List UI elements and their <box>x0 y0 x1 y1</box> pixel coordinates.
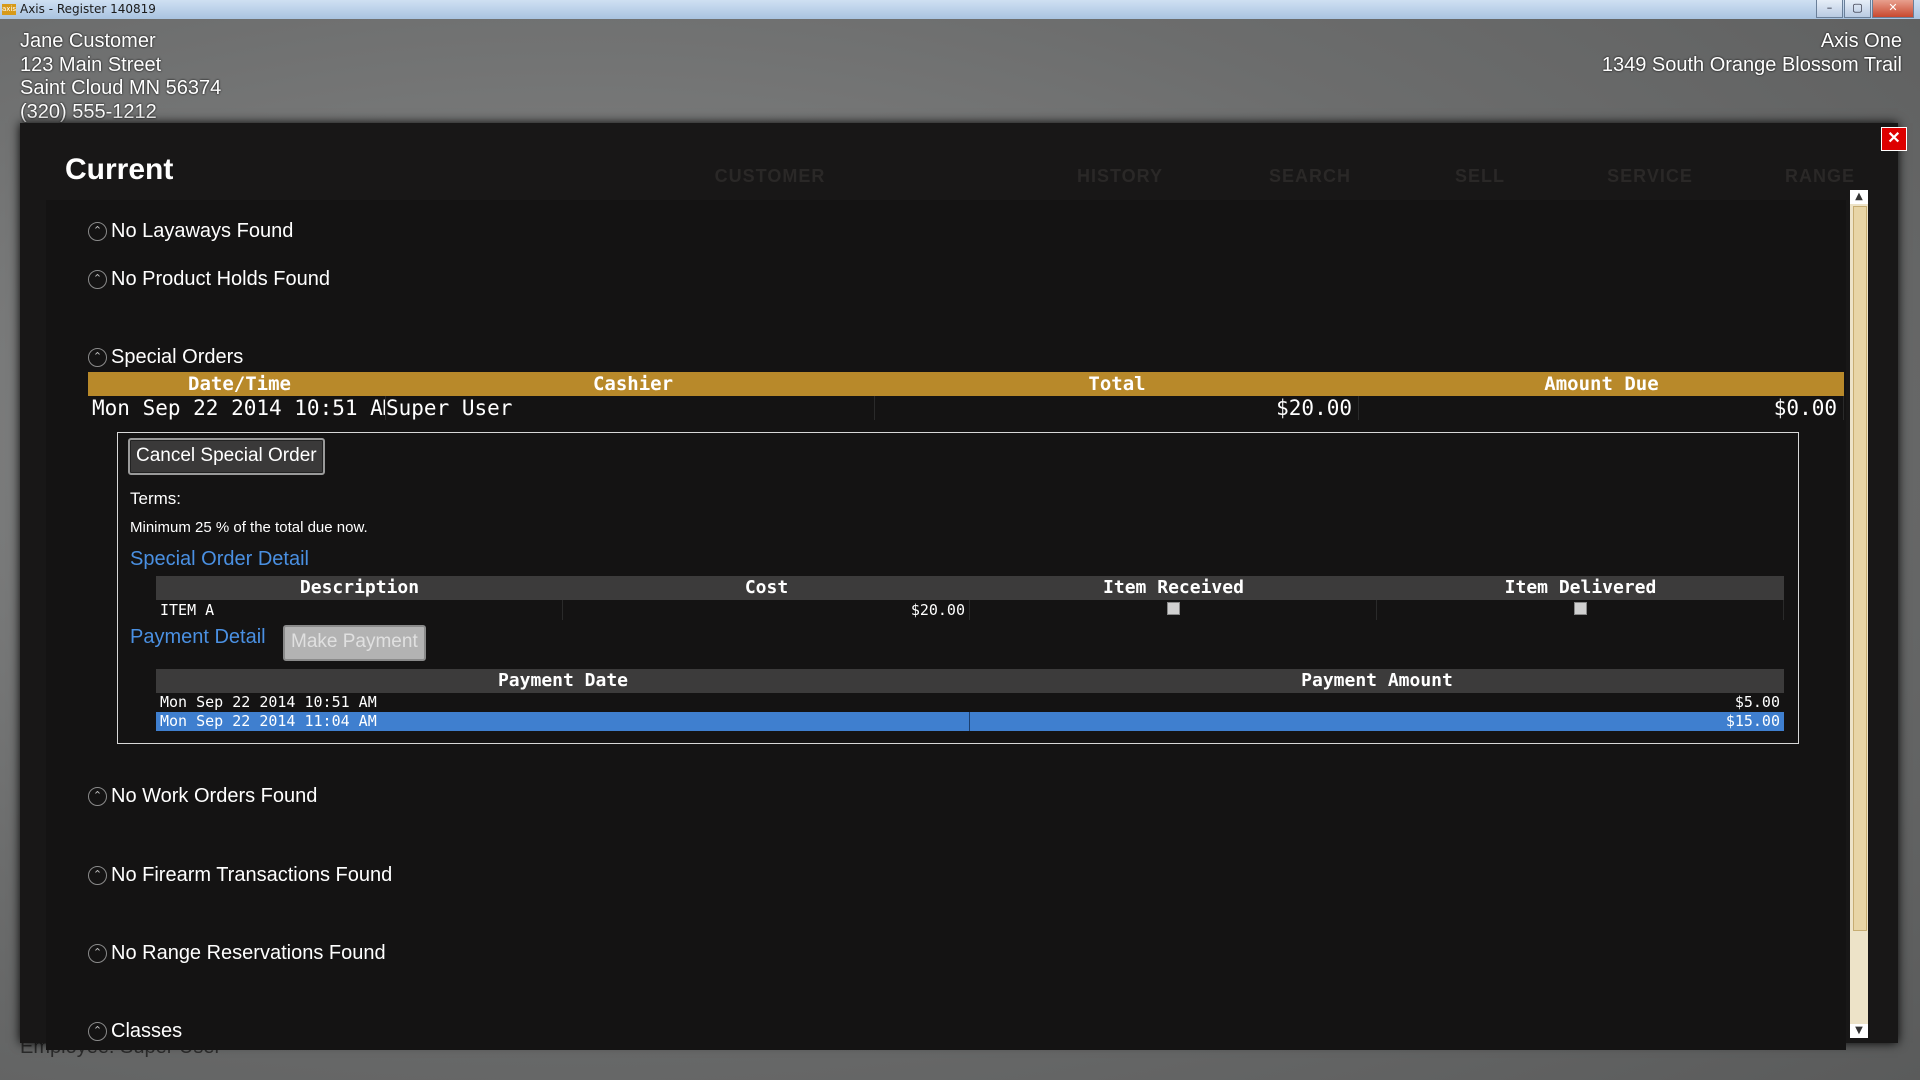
store-info: Axis One 1349 South Orange Blossom Trail <box>1602 30 1902 77</box>
section-label: Classes <box>111 1020 183 1042</box>
dialog-title: Current <box>65 153 174 186</box>
customer-name: Jane Customer <box>20 30 156 52</box>
column-header: Total <box>1088 373 1146 395</box>
column-header: Cashier <box>592 373 674 395</box>
customer-phone: (320) 555-1212 <box>20 100 157 123</box>
tab-sell: SELL <box>1454 166 1505 186</box>
section-work-orders[interactable]: ⌃ No Work Orders Found <box>88 785 317 808</box>
section-label: No Firearm Transactions Found <box>111 864 393 886</box>
scrollbar-thumb[interactable] <box>1853 206 1867 931</box>
section-firearm-transactions[interactable]: ⌃ No Firearm Transactions Found <box>88 864 392 887</box>
store-address: 1349 South Orange Blossom Trail <box>1601 53 1902 76</box>
item-delivered-checkbox[interactable] <box>1573 602 1587 615</box>
maximize-icon[interactable]: ▢ <box>1844 0 1871 18</box>
scroll-up-icon[interactable]: ▲ <box>1850 190 1868 204</box>
window-title: Axis - Register 140819 <box>20 2 156 16</box>
cell-cost: $20.00 <box>563 600 970 620</box>
cell-datetime: Mon Sep 22 2014 10:51 AM <box>88 396 386 420</box>
special-order-detail-title: Special Order Detail <box>130 548 309 570</box>
table-header: Description Cost Item Received Item Deli… <box>156 576 1784 600</box>
table-header: Date/Time Cashier Total Amount Due <box>88 372 1844 396</box>
column-header: Item Delivered <box>1504 577 1657 598</box>
payment-detail-title: Payment Detail <box>130 626 266 648</box>
cell-payment-amount: $15.00 <box>1725 712 1780 730</box>
cell-payment-amount: $5.00 <box>1734 693 1780 711</box>
scroll-down-icon[interactable]: ▼ <box>1850 1024 1868 1038</box>
column-header: Payment Date <box>497 670 629 691</box>
current-dialog: CUSTOMER HISTORY SEARCH SELL SERVICE RAN… <box>20 123 1907 1050</box>
section-label: No Product Holds Found <box>111 268 331 290</box>
table-row[interactable]: Mon Sep 22 2014 10:51 AM $5.00 <box>156 693 1784 712</box>
tab-range: RANGE <box>1784 166 1855 186</box>
cell-payment-date: Mon Sep 22 2014 10:51 AM <box>160 693 377 711</box>
vertical-scrollbar[interactable]: ▲ ▼ <box>1850 190 1868 1038</box>
column-header: Cost <box>744 577 789 598</box>
tab-history: HISTORY <box>1076 166 1163 186</box>
special-orders-table: Date/Time Cashier Total Amount Due Mon S… <box>88 372 1844 420</box>
table-row-selected[interactable]: Mon Sep 22 2014 11:04 AM $15.00 <box>156 712 1784 731</box>
close-icon[interactable]: ✕ <box>1881 127 1907 151</box>
cell-description: ITEM A <box>156 600 563 620</box>
customer-info: Jane Customer 123 Main Street Saint Clou… <box>20 30 221 124</box>
tab-search: SEARCH <box>1268 166 1351 186</box>
column-header: Amount Due <box>1544 373 1659 395</box>
section-layaways[interactable]: ⌃ No Layaways Found <box>88 220 293 243</box>
tab-customer: CUSTOMER <box>714 166 826 186</box>
section-label: Special Orders <box>111 346 244 368</box>
table-row: ITEM A $20.00 <box>156 600 1784 620</box>
cancel-special-order-button[interactable]: Cancel Special Order <box>128 438 325 475</box>
cell-payment-date: Mon Sep 22 2014 11:04 AM <box>156 712 970 731</box>
special-order-detail-table: Description Cost Item Received Item Deli… <box>156 576 1784 620</box>
collapse-icon[interactable]: ⌃ <box>88 348 107 367</box>
app-logo-icon: axis <box>2 4 17 15</box>
window-controls: – ▢ ✕ <box>1815 0 1914 18</box>
collapse-icon[interactable]: ⌃ <box>88 866 107 885</box>
table-row[interactable]: Mon Sep 22 2014 10:51 AM Super User $20.… <box>88 396 1844 420</box>
window-close-icon[interactable]: ✕ <box>1872 0 1914 18</box>
cell-amount-due: $0.00 <box>1359 396 1844 420</box>
column-header: Date/Time <box>188 373 291 395</box>
section-product-holds[interactable]: ⌃ No Product Holds Found <box>88 268 330 291</box>
section-label: No Work Orders Found <box>111 785 318 807</box>
collapse-icon[interactable]: ⌃ <box>88 222 107 241</box>
cell-item-delivered <box>1377 600 1784 620</box>
customer-address-line1: 123 Main Street <box>20 53 162 76</box>
dialog-content: ⌃ No Layaways Found ⌃ No Product Holds F… <box>46 200 1846 1050</box>
store-name: Axis One <box>1820 30 1902 52</box>
column-header: Payment Amount <box>1301 670 1453 691</box>
section-classes[interactable]: ⌃ Classes <box>88 1020 182 1043</box>
collapse-icon[interactable]: ⌃ <box>88 787 107 806</box>
section-label: No Layaways Found <box>111 220 294 242</box>
terms-text: Minimum 25 % of the total due now. <box>130 519 368 536</box>
payment-detail-table: Payment Date Payment Amount Mon Sep 22 2… <box>156 669 1784 731</box>
section-label: No Range Reservations Found <box>111 942 386 964</box>
collapse-icon[interactable]: ⌃ <box>88 944 107 963</box>
cell-item-received <box>970 600 1377 620</box>
collapse-icon[interactable]: ⌃ <box>88 270 107 289</box>
minimize-icon[interactable]: – <box>1816 0 1843 18</box>
special-order-detail-panel: Cancel Special Order Terms: Minimum 25 %… <box>117 432 1799 744</box>
column-header: Item Received <box>1103 577 1244 598</box>
section-range-reservations[interactable]: ⌃ No Range Reservations Found <box>88 942 386 965</box>
column-header: Description <box>299 577 420 598</box>
section-special-orders[interactable]: ⌃ Special Orders <box>88 346 243 369</box>
terms-label: Terms: <box>130 489 181 508</box>
table-header: Payment Date Payment Amount <box>156 669 1784 693</box>
item-received-checkbox[interactable] <box>1166 602 1180 615</box>
cell-cashier: Super User <box>386 396 875 420</box>
customer-address-line2: Saint Cloud MN 56374 <box>20 77 222 99</box>
window-titlebar: axis Axis - Register 140819 – ▢ ✕ <box>0 0 1920 19</box>
tab-service: SERVICE <box>1607 166 1693 186</box>
collapse-icon[interactable]: ⌃ <box>88 1022 107 1041</box>
cell-total: $20.00 <box>875 396 1359 420</box>
make-payment-button[interactable]: Make Payment <box>283 625 426 661</box>
